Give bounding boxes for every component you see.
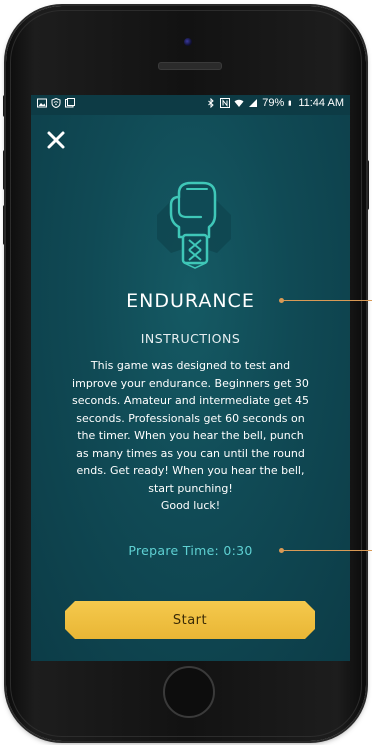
game-title: ENDURANCE: [126, 290, 255, 312]
image-notification-icon: [37, 98, 47, 108]
signal-icon: [249, 99, 258, 107]
annotation-line-title: [283, 300, 372, 301]
earpiece-speaker: [158, 62, 222, 70]
home-button[interactable]: [163, 666, 215, 718]
nfc-icon: [220, 98, 231, 108]
wifi-icon: [234, 99, 244, 107]
app-screen: 79% 11:44 AM ENDURANCE INSTRUCTIONS This…: [31, 95, 350, 661]
close-icon[interactable]: [45, 129, 67, 151]
bluetooth-icon: [208, 98, 215, 108]
status-time: 11:44 AM: [298, 97, 344, 109]
front-camera: [184, 38, 192, 46]
start-button-label: Start: [172, 612, 208, 628]
instructions-text: This game was designed to test and impro…: [71, 359, 310, 512]
battery-percent: 79%: [262, 97, 285, 109]
annotation-line-prepare: [283, 550, 372, 551]
status-right: 79% 11:44 AM: [206, 97, 344, 109]
gallery-notification-icon: [65, 98, 75, 108]
instructions-heading: INSTRUCTIONS: [140, 331, 241, 346]
shield-wifi-icon: [51, 98, 61, 108]
status-left-icons: [37, 98, 75, 108]
start-button[interactable]: Start: [65, 601, 315, 639]
battery-icon: [288, 100, 292, 106]
boxing-glove-icon: [157, 181, 231, 269]
status-bar: 79% 11:44 AM: [31, 95, 350, 115]
mockup-stage: 79% 11:44 AM ENDURANCE INSTRUCTIONS This…: [0, 0, 372, 745]
